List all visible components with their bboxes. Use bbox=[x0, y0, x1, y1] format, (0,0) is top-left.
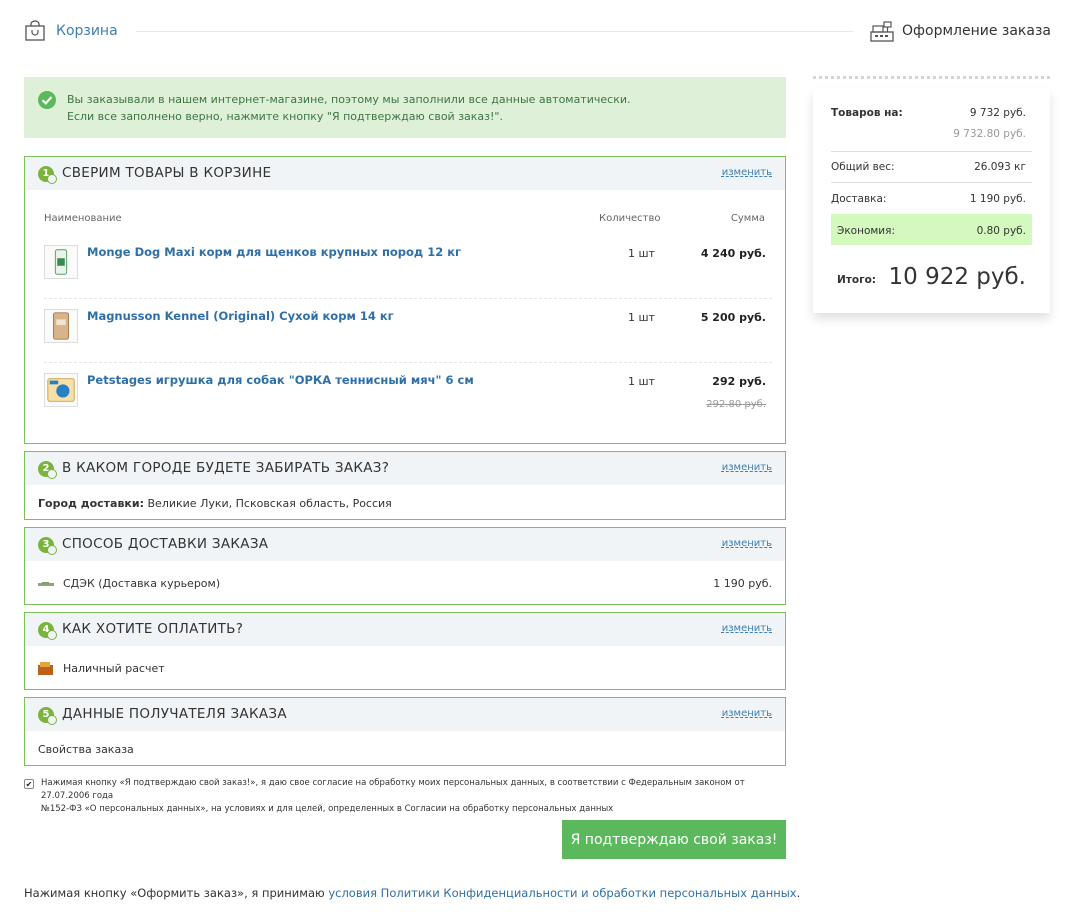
recipient-section-header: 5 ДАННЫЕ ПОЛУЧАТЕЛЯ ЗАКАЗА изменить bbox=[25, 698, 785, 731]
city-change-link[interactable]: изменить bbox=[722, 462, 772, 473]
cart-section-header: 1 СВЕРИМ ТОВАРЫ В КОРЗИНЕ изменить bbox=[25, 157, 785, 190]
delivery-city: Город доставки: Великие Луки, Псковская … bbox=[38, 497, 392, 510]
payment-change-link[interactable]: изменить bbox=[722, 623, 772, 634]
notice-text: Вы заказывали в нашем интернет-магазине,… bbox=[67, 91, 631, 125]
product-name-link[interactable]: Magnusson Kennel (Original) Сухой корм 1… bbox=[87, 309, 394, 323]
notice-line-1: Вы заказывали в нашем интернет-магазине,… bbox=[67, 93, 631, 106]
header-divider bbox=[136, 31, 853, 32]
product-sum: 5 200 руб. bbox=[700, 311, 766, 324]
product-thumbnail[interactable] bbox=[44, 373, 78, 407]
summary-goods-value: 9 732 руб. bbox=[969, 107, 1026, 119]
product-thumbnail[interactable] bbox=[44, 309, 78, 343]
delivery-city-label: Город доставки: bbox=[38, 497, 145, 510]
step-number-badge: 4 bbox=[38, 622, 57, 640]
cart-section-title: СВЕРИМ ТОВАРЫ В КОРЗИНЕ bbox=[62, 165, 272, 181]
product-name-link[interactable]: Monge Dog Maxi корм для щенков крупных п… bbox=[87, 245, 461, 259]
autofill-notice: Вы заказывали в нашем интернет-магазине,… bbox=[24, 77, 786, 138]
cart-link[interactable]: Корзина bbox=[56, 23, 118, 39]
payment-section: 4 КАК ХОТИТЕ ОПЛАТИТЬ? изменить Наличный… bbox=[24, 612, 786, 690]
summary-delivery-value: 1 190 руб. bbox=[969, 193, 1026, 205]
check-circle-icon bbox=[38, 91, 56, 109]
summary-weight-label: Общий вес: bbox=[831, 161, 895, 173]
summary-goods-label: Товаров на: bbox=[831, 107, 903, 119]
order-properties-label: Свойства заказа bbox=[38, 743, 134, 756]
product-old-price: 292.80 руб. bbox=[706, 399, 766, 410]
privacy-footer: Нажимая кнопку «Оформить заказ», я прини… bbox=[24, 886, 800, 900]
step-number-badge: 1 bbox=[38, 166, 57, 184]
cart-section: 1 СВЕРИМ ТОВАРЫ В КОРЗИНЕ изменить Наиме… bbox=[24, 156, 786, 444]
consent-line-1: Нажимая кнопку «Я подтверждаю свой заказ… bbox=[41, 778, 745, 801]
checkout-title: Оформление заказа bbox=[902, 23, 1051, 39]
delivery-price: 1 190 руб. bbox=[713, 577, 772, 590]
delivery-section: 3 СПОСОБ ДОСТАВКИ ЗАКАЗА изменить СДЭК (… bbox=[24, 527, 786, 605]
cart-item-row: Petstages игрушка для собак "ОРКА теннис… bbox=[44, 362, 772, 426]
product-sum: 4 240 руб. bbox=[700, 247, 766, 260]
cart-breadcrumb[interactable]: Корзина bbox=[24, 20, 118, 42]
shopping-bag-icon bbox=[25, 20, 45, 41]
footer-suffix: . bbox=[796, 886, 801, 900]
checkout-step: Оформление заказа bbox=[870, 20, 1051, 42]
delivery-method: СДЭК (Доставка курьером) bbox=[63, 577, 221, 590]
privacy-policy-link[interactable]: условия Политики Конфиденциальности и об… bbox=[328, 886, 796, 900]
summary-economy-label: Экономия: bbox=[837, 225, 895, 237]
step-number-badge: 2 bbox=[38, 461, 57, 479]
summary-dotted-divider bbox=[813, 76, 1050, 79]
city-section-title: В КАКОМ ГОРОДЕ БУДЕТЕ ЗАБИРАТЬ ЗАКАЗ? bbox=[62, 460, 390, 476]
recipient-section: 5 ДАННЫЕ ПОЛУЧАТЕЛЯ ЗАКАЗА изменить Свой… bbox=[24, 697, 786, 766]
column-header-qty: Количество bbox=[599, 213, 661, 224]
summary-divider bbox=[831, 182, 1032, 183]
footer-prefix: Нажимая кнопку «Оформить заказ», я прини… bbox=[24, 886, 329, 900]
summary-delivery: Доставка: 1 190 руб. bbox=[831, 193, 1032, 205]
payment-section-header: 4 КАК ХОТИТЕ ОПЛАТИТЬ? изменить bbox=[25, 613, 785, 646]
payment-method: Наличный расчет bbox=[63, 662, 165, 675]
column-header-sum: Сумма bbox=[730, 213, 765, 224]
step-number-badge: 5 bbox=[38, 707, 57, 725]
delivery-section-title: СПОСОБ ДОСТАВКИ ЗАКАЗА bbox=[62, 536, 269, 552]
order-summary-panel: Товаров на: 9 732 руб. 9 732.80 руб. Общ… bbox=[813, 88, 1050, 313]
product-quantity: 1 шт bbox=[628, 375, 655, 388]
consent-text: Нажимая кнопку «Я подтверждаю свой заказ… bbox=[41, 777, 786, 816]
notice-line-2: Если все заполнено верно, нажмите кнопку… bbox=[67, 110, 503, 123]
payment-section-title: КАК ХОТИТЕ ОПЛАТИТЬ? bbox=[62, 621, 244, 637]
cart-item-row: Monge Dog Maxi корм для щенков крупных п… bbox=[44, 235, 772, 299]
summary-delivery-label: Доставка: bbox=[831, 193, 887, 205]
summary-total-value: 10 922 руб. bbox=[888, 264, 1027, 290]
cash-wallet-icon bbox=[38, 662, 53, 675]
summary-divider bbox=[831, 151, 1032, 152]
cart-change-link[interactable]: изменить bbox=[722, 167, 772, 178]
city-section-header: 2 В КАКОМ ГОРОДЕ БУДЕТЕ ЗАБИРАТЬ ЗАКАЗ? … bbox=[25, 452, 785, 485]
recipient-change-link[interactable]: изменить bbox=[722, 708, 772, 719]
product-quantity: 1 шт bbox=[628, 311, 655, 324]
summary-goods: Товаров на: 9 732 руб. bbox=[831, 107, 1032, 119]
recipient-section-title: ДАННЫЕ ПОЛУЧАТЕЛЯ ЗАКАЗА bbox=[62, 706, 287, 722]
step-number-badge: 3 bbox=[38, 537, 57, 555]
summary-economy: Экономия: 0.80 руб. bbox=[831, 225, 1032, 237]
summary-economy-value: 0.80 руб. bbox=[976, 225, 1026, 237]
consent-line-2: №152-ФЗ «О персональных данных», на усло… bbox=[41, 804, 614, 814]
product-thumbnail[interactable] bbox=[44, 245, 78, 279]
summary-weight: Общий вес: 26.093 кг bbox=[831, 161, 1032, 173]
cash-register-icon bbox=[870, 21, 894, 42]
consent-checkbox[interactable]: ✔ bbox=[24, 779, 34, 789]
column-header-name: Наименование bbox=[44, 213, 122, 224]
cart-item-row: Magnusson Kennel (Original) Сухой корм 1… bbox=[44, 298, 772, 362]
product-name-link[interactable]: Petstages игрушка для собак "ОРКА теннис… bbox=[87, 373, 474, 387]
delivery-change-link[interactable]: изменить bbox=[722, 538, 772, 549]
product-sum: 292 руб. bbox=[712, 375, 766, 388]
summary-weight-value: 26.093 кг bbox=[974, 161, 1026, 173]
checkout-header: Корзина Оформление заказа bbox=[24, 18, 1051, 46]
summary-total-label: Итого: bbox=[837, 274, 876, 286]
delivery-section-header: 3 СПОСОБ ДОСТАВКИ ЗАКАЗА изменить bbox=[25, 528, 785, 561]
summary-goods-old-value: 9 732.80 руб. bbox=[953, 128, 1026, 140]
city-section: 2 В КАКОМ ГОРОДЕ БУДЕТЕ ЗАБИРАТЬ ЗАКАЗ? … bbox=[24, 451, 786, 520]
confirm-order-button[interactable]: Я подтверждаю свой заказ! bbox=[562, 820, 786, 859]
product-quantity: 1 шт bbox=[628, 247, 655, 260]
cdek-logo-icon bbox=[38, 582, 54, 586]
delivery-city-value: Великие Луки, Псковская область, Россия bbox=[147, 497, 392, 510]
